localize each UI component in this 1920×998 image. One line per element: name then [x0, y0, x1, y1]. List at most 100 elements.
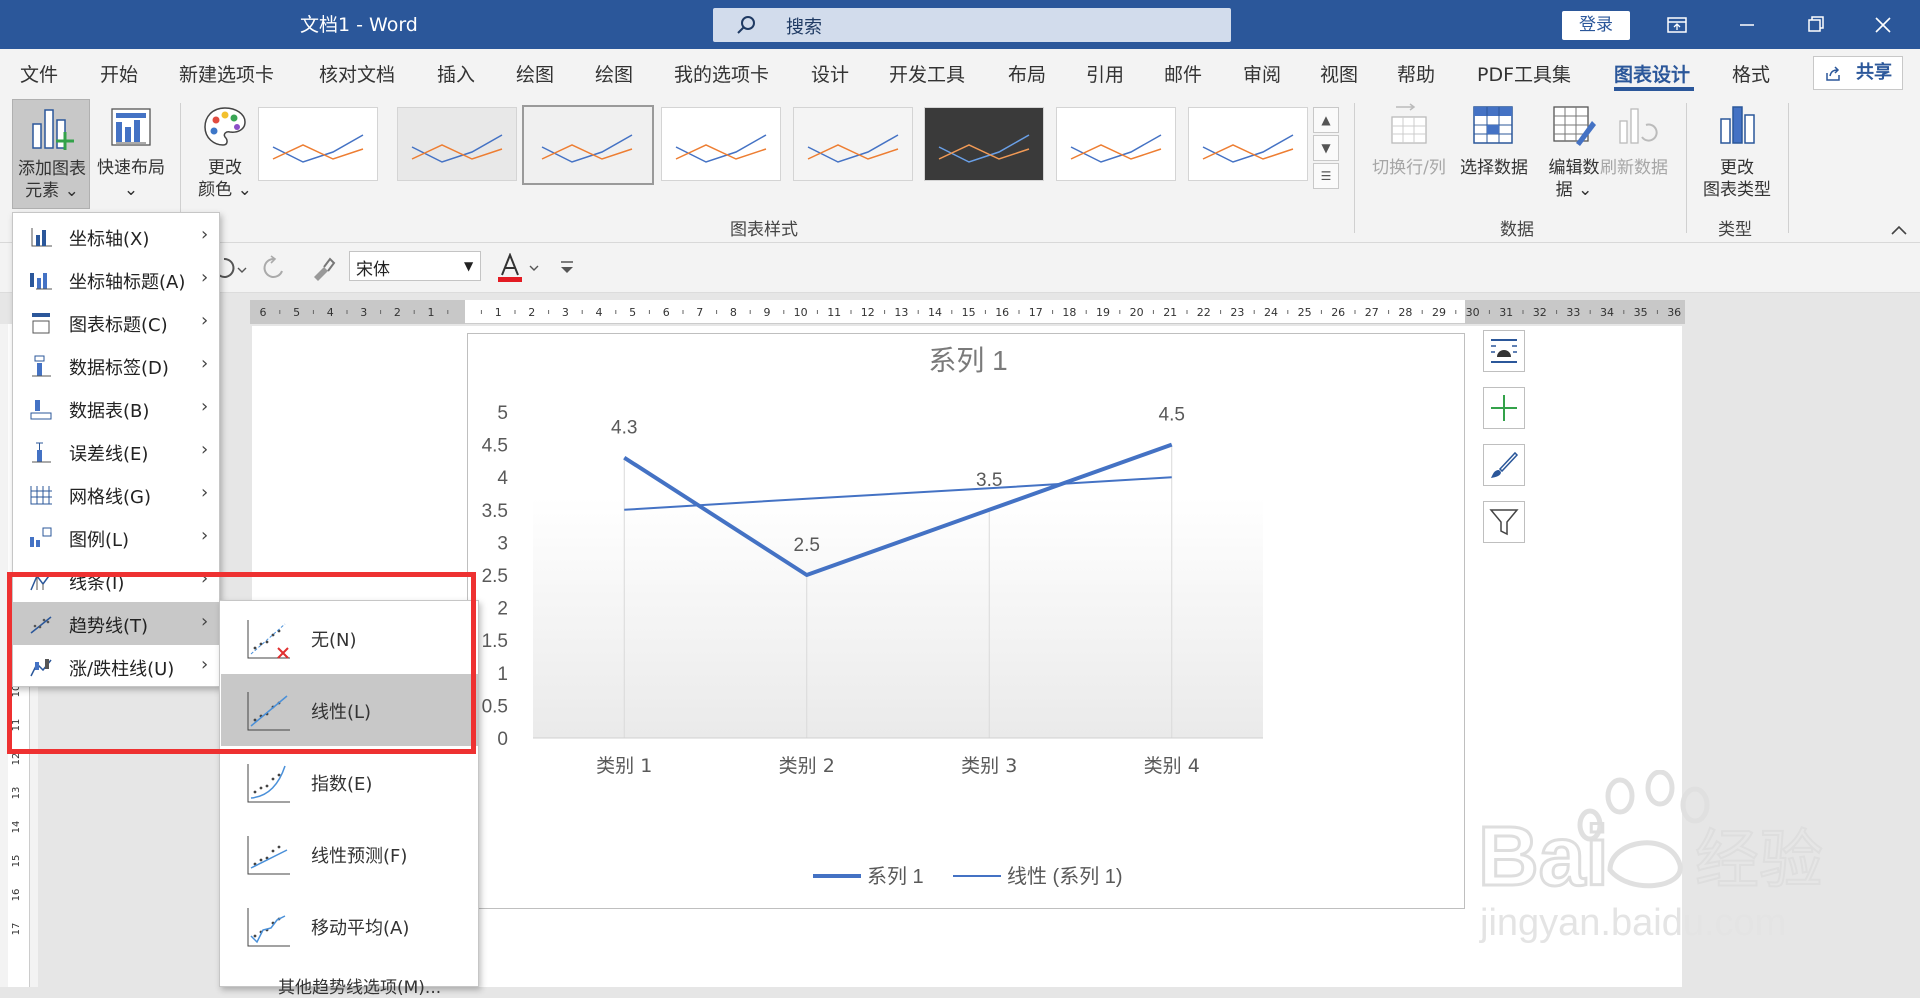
menu-item-gridlines[interactable]: 网格线(G) › [13, 473, 219, 516]
y-tick-label: 1.5 [482, 631, 508, 652]
tab-design[interactable]: 设计 [811, 60, 849, 87]
menu-item-legend[interactable]: 图例(L) › [13, 516, 219, 559]
chart-elements-button[interactable] [1483, 387, 1525, 429]
title-bar: 文档1 - Word 搜索 登录 [0, 0, 1920, 49]
switch-row-column-button[interactable]: 切换行/列 [1366, 99, 1452, 179]
tab-help[interactable]: 帮助 [1397, 60, 1435, 87]
tab-chart-design[interactable]: 图表设计 [1614, 60, 1690, 87]
submenu-item-moving-average[interactable]: 移动平均(A) [221, 890, 478, 962]
ruler-tick-label: 23 [1230, 306, 1244, 319]
tab-references[interactable]: 引用 [1086, 60, 1124, 87]
ruler-tick-label: 22 [1197, 306, 1211, 319]
tab-review-doc[interactable]: 核对文档 [319, 60, 395, 87]
y-tick-label: 2.5 [482, 566, 508, 587]
x-tick-label: 类别 2 [779, 755, 835, 777]
ribbon-tabs: 文件 开始 新建选项卡 核对文档 插入 绘图 绘图 我的选项卡 设计 开发工具 … [0, 49, 1920, 95]
menu-item-label: 坐标轴(X) [69, 229, 150, 250]
menu-item-label: 图表标题(C) [69, 315, 168, 336]
chevron-right-icon: › [201, 267, 209, 288]
submenu-item-exponential[interactable]: 指数(E) [221, 746, 478, 818]
menu-item-chart-title[interactable]: 图表标题(C) › [13, 301, 219, 344]
y-tick-label: 4.5 [482, 436, 508, 457]
menu-item-data-table[interactable]: 数据表(B) › [13, 387, 219, 430]
legend-series-2-label[interactable]: 线性 (系列 1) [1007, 865, 1123, 888]
tab-home[interactable]: 开始 [100, 60, 138, 87]
quick-access-toolbar: 宋体 ▼ [0, 243, 1920, 293]
customize-toolbar-icon[interactable] [558, 257, 576, 277]
ruler-tick-label: 9 [764, 306, 771, 319]
add-chart-element-button[interactable]: 添加图表 元素 ⌄ [12, 99, 90, 209]
tab-pdf-tools[interactable]: PDF工具集 [1477, 60, 1571, 87]
edit-data-icon [1553, 106, 1596, 146]
menu-item-axis-title[interactable]: 坐标轴标题(A) › [13, 258, 219, 301]
quick-layout-button[interactable]: 快速布局 ⌄ [92, 99, 170, 209]
format-painter-icon[interactable] [310, 255, 336, 281]
more-trendline-options[interactable]: 其他趋势线选项(M)... [278, 973, 441, 998]
legend-series-1-label[interactable]: 系列 1 [867, 865, 924, 888]
change-colors-button[interactable]: 更改 颜色 ⌄ [190, 99, 260, 209]
font-color-icon[interactable] [496, 253, 544, 283]
chart-styles-button[interactable] [1483, 444, 1525, 486]
tab-insert[interactable]: 插入 [437, 60, 475, 87]
font-name-select[interactable]: 宋体 [349, 251, 481, 281]
tab-mailings[interactable]: 邮件 [1164, 60, 1202, 87]
gallery-scroll-up-icon[interactable]: ▲ [1313, 107, 1339, 133]
ruler-tick-label: 34 [1600, 306, 1614, 319]
menu-item-error-bars[interactable]: 误差线(E) › [13, 430, 219, 473]
chart-area[interactable]: 系列 1 0 0.5 1 1.5 2 2.5 3 3.5 4 4.5 5 类别 1 类别 2 类别 3 类… [467, 333, 1465, 909]
trendline-exponential-icon [247, 764, 290, 803]
submenu-item-forecast[interactable]: 线性预测(F) [221, 818, 478, 890]
login-button[interactable]: 登录 [1562, 11, 1630, 40]
chart-style-previews [272, 134, 1294, 163]
data-label[interactable]: 3.5 [976, 470, 1002, 491]
ribbon-display-options-icon[interactable] [1662, 10, 1692, 40]
tab-layout[interactable]: 布局 [1008, 60, 1046, 87]
minimize-icon[interactable] [1732, 10, 1762, 40]
y-tick-label: 1 [497, 664, 508, 685]
ruler-tick-label: 16 [995, 306, 1009, 319]
select-data-button[interactable]: 选择数据 [1456, 99, 1532, 179]
restore-icon[interactable] [1801, 10, 1831, 40]
refresh-data-button[interactable]: 刷新数据 [1594, 99, 1674, 179]
select-data-icon [1473, 106, 1513, 144]
ruler-tick-label: 17 [1029, 306, 1043, 319]
tab-my-tab[interactable]: 我的选项卡 [674, 60, 769, 87]
tab-file[interactable]: 文件 [20, 60, 58, 87]
add-chart-element-icon [32, 109, 74, 150]
close-icon[interactable] [1868, 10, 1898, 40]
layout-options-button[interactable] [1483, 330, 1525, 372]
tab-view[interactable]: 视图 [1320, 60, 1358, 87]
chart-title[interactable]: 系列 1 [928, 345, 1007, 376]
ruler-tick-label: 11 [827, 306, 841, 319]
ribbon: 添加图表 元素 ⌄ 快速布局 ⌄ 更改 颜色 ⌄ ▲ ▼ ☰ 图表样式 切换行/… [0, 95, 1920, 243]
menu-item-axis[interactable]: 坐标轴(X) › [13, 215, 219, 258]
edit-data-label-2: 据 ⌄ [1555, 180, 1593, 200]
ruler-tick-label: 24 [1264, 306, 1278, 319]
collapse-ribbon-icon[interactable] [1890, 223, 1908, 237]
chevron-down-icon[interactable]: ▼ [464, 259, 473, 273]
ribbon-separator [1354, 103, 1355, 233]
ruler-tick-label: 19 [1096, 306, 1110, 319]
quick-layout-icon [111, 108, 151, 146]
chart-filters-button[interactable] [1483, 501, 1525, 543]
tab-format[interactable]: 格式 [1732, 60, 1770, 87]
search-box[interactable]: 搜索 [713, 8, 1231, 42]
ruler-tick-label: 2 [528, 306, 535, 319]
tab-new-tab[interactable]: 新建选项卡 [179, 60, 274, 87]
data-label[interactable]: 2.5 [794, 535, 820, 556]
tab-review[interactable]: 审阅 [1243, 60, 1281, 87]
tab-developer[interactable]: 开发工具 [889, 60, 965, 87]
data-label[interactable]: 4.5 [1159, 405, 1185, 426]
tab-draw-2[interactable]: 绘图 [595, 60, 633, 87]
menu-item-data-labels[interactable]: 数据标签(D) › [13, 344, 219, 387]
tab-draw-1[interactable]: 绘图 [516, 60, 554, 87]
gallery-scroll-down-icon[interactable]: ▼ [1313, 135, 1339, 161]
data-label[interactable]: 4.3 [611, 418, 637, 439]
ruler-tick-label: 10 [794, 306, 808, 319]
redo-icon[interactable] [262, 255, 288, 281]
switch-row-column-icon [1391, 103, 1427, 144]
share-button[interactable]: 共享 [1813, 56, 1903, 90]
gallery-more-icon[interactable]: ☰ [1313, 163, 1339, 189]
menu-item-label: 图例(L) [69, 530, 130, 551]
change-chart-type-button[interactable]: 更改 图表类型 [1696, 99, 1778, 209]
